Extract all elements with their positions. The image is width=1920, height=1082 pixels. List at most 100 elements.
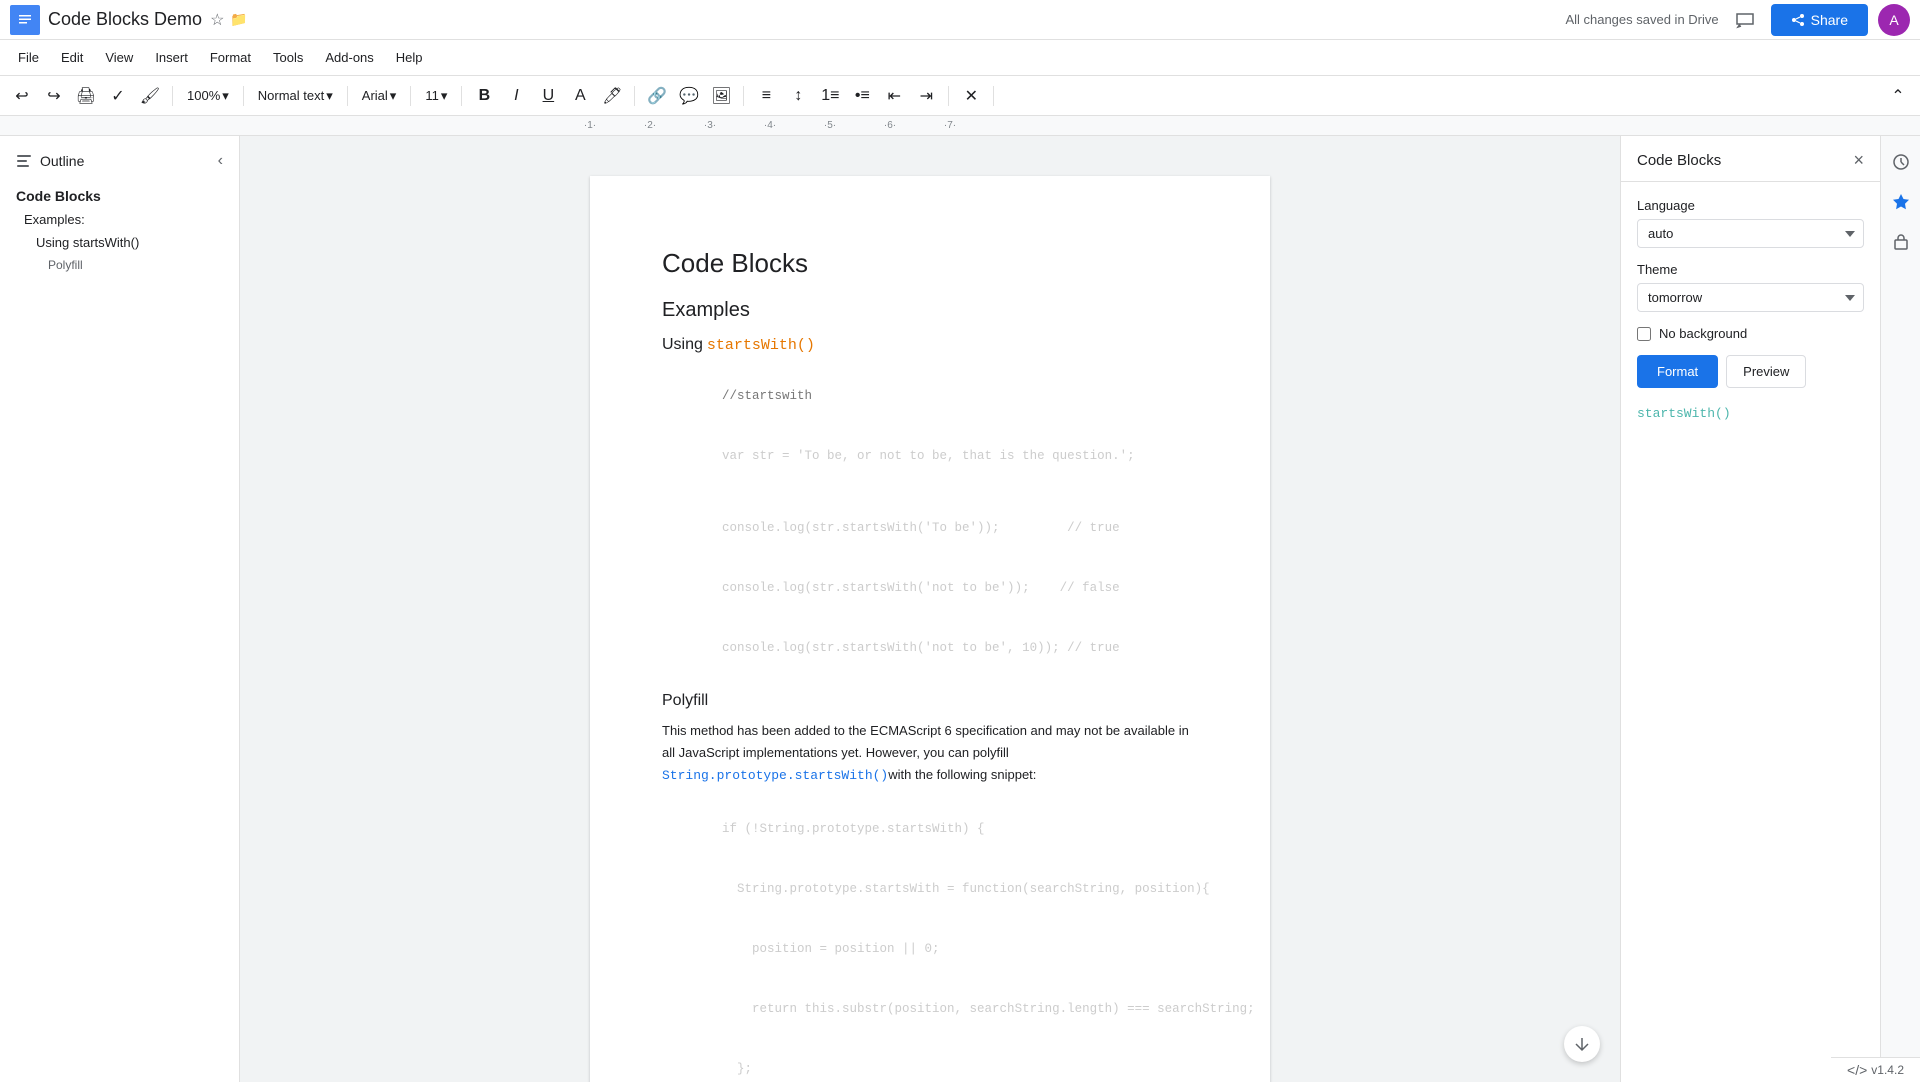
code-comment-1: //startswith <box>722 389 812 403</box>
code-block-1: //startswith var str = 'To be, or not to… <box>662 366 1198 486</box>
toolbar: ↩ ↪ 🖨 ✓ 🖌 100% ▾ Normal text ▾ Arial ▾ 1… <box>0 76 1920 116</box>
version-badge: </> v1.4.2 <box>1847 1062 1904 1078</box>
menu-addons[interactable]: Add-ons <box>315 46 383 69</box>
preview-button[interactable]: Preview <box>1726 355 1806 388</box>
right-panel-title: Code Blocks <box>1637 152 1721 169</box>
format-button[interactable]: Format <box>1637 355 1718 388</box>
doc-title-heading: Code Blocks <box>662 248 1198 279</box>
language-select[interactable]: auto javascript python css html <box>1637 219 1864 248</box>
doc-bottom-icon[interactable] <box>1564 1026 1600 1062</box>
separator-2 <box>243 86 244 106</box>
inline-code-blue: String.prototype.startsWith() <box>662 768 888 783</box>
theme-select[interactable]: tomorrow default dark monokai github <box>1637 283 1864 312</box>
font-dropdown[interactable]: Arial ▾ <box>356 86 403 106</box>
panel-buttons: Format Preview <box>1637 355 1864 388</box>
language-label: Language <box>1637 198 1864 213</box>
sidebar-item-code-blocks[interactable]: Code Blocks <box>0 184 239 208</box>
main-layout: Outline ‹ Code Blocks Examples: Using st… <box>0 136 1920 1082</box>
spacing-button[interactable]: ↕ <box>784 82 812 110</box>
bottom-bar: </> v1.4.2 <box>1831 1057 1920 1082</box>
text-color-button[interactable]: A <box>566 82 594 110</box>
comment-button[interactable]: 💬 <box>675 82 703 110</box>
sidebar-title: Outline <box>16 153 84 169</box>
ruler: ·1· ·2· ·3· ·4· ·5· ·6· ·7· <box>0 116 1920 136</box>
code-block3-line5: }; <box>722 1062 752 1076</box>
star-icon[interactable]: ☆ <box>210 10 224 30</box>
no-background-checkbox[interactable] <box>1637 327 1651 341</box>
zoom-dropdown[interactable]: 100% ▾ <box>181 86 235 106</box>
expand-button[interactable]: ⌃ <box>1884 82 1912 110</box>
doc-area[interactable]: Code Blocks Examples Using startsWith() … <box>240 136 1620 1082</box>
indent-increase-button[interactable]: ⇥ <box>912 82 940 110</box>
menu-view[interactable]: View <box>95 46 143 69</box>
doc-paragraph-1: This method has been added to the ECMASc… <box>662 720 1198 787</box>
menu-bar: File Edit View Insert Format Tools Add-o… <box>0 40 1920 76</box>
top-actions: Share A <box>1729 4 1910 36</box>
menu-insert[interactable]: Insert <box>145 46 198 69</box>
list-unordered-button[interactable]: •≡ <box>848 82 876 110</box>
code-block-3: if (!String.prototype.startsWith) { Stri… <box>662 799 1198 1082</box>
close-icon[interactable]: × <box>1853 150 1864 171</box>
code-line-2: var str = 'To be, or not to be, that is … <box>722 449 1135 463</box>
doc-title[interactable]: Code Blocks Demo <box>48 9 202 30</box>
no-background-row: No background <box>1637 326 1864 341</box>
menu-edit[interactable]: Edit <box>51 46 93 69</box>
bold-button[interactable]: B <box>470 82 498 110</box>
align-button[interactable]: ≡ <box>752 82 780 110</box>
version-label: v1.4.2 <box>1871 1063 1904 1077</box>
code-block3-line2: String.prototype.startsWith = function(s… <box>722 882 1210 896</box>
sidebar-item-examples[interactable]: Examples: <box>0 208 239 231</box>
sidebar-item-startswith[interactable]: Using startsWith() <box>0 231 239 254</box>
no-background-label[interactable]: No background <box>1659 326 1747 341</box>
avatar[interactable]: A <box>1878 4 1910 36</box>
separator-9 <box>993 86 994 106</box>
inline-code-startswith: startsWith() <box>707 337 815 354</box>
menu-file[interactable]: File <box>8 46 49 69</box>
link-button[interactable]: 🔗 <box>643 82 671 110</box>
code-block3-line1: if (!String.prototype.startsWith) { <box>722 822 985 836</box>
style-dropdown[interactable]: Normal text ▾ <box>252 86 339 106</box>
menu-help[interactable]: Help <box>386 46 433 69</box>
share-button[interactable]: Share <box>1771 4 1868 36</box>
separator-5 <box>461 86 462 106</box>
italic-button[interactable]: I <box>502 82 530 110</box>
theme-section: Theme tomorrow default dark monokai gith… <box>1637 262 1864 312</box>
folder-icon[interactable]: 📁 <box>230 11 247 28</box>
chat-icon[interactable] <box>1729 4 1761 36</box>
redo-button[interactable]: ↪ <box>40 82 68 110</box>
separator-1 <box>172 86 173 106</box>
undo-button[interactable]: ↩ <box>8 82 36 110</box>
fontsize-dropdown[interactable]: 11 ▾ <box>419 86 453 106</box>
code-block-2: console.log(str.startsWith('To be')); //… <box>662 498 1198 678</box>
code-line-5: console.log(str.startsWith('not to be', … <box>722 641 1120 655</box>
title-icons: ☆ 📁 <box>210 10 248 30</box>
doc-section-polyfill: Polyfill <box>662 692 1198 710</box>
underline-button[interactable]: U <box>534 82 562 110</box>
menu-tools[interactable]: Tools <box>263 46 313 69</box>
doc-section-startswith: Using startsWith() <box>662 336 1198 354</box>
image-button[interactable]: 🖼 <box>707 82 735 110</box>
list-ordered-button[interactable]: 1≡ <box>816 82 844 110</box>
code-line-3: console.log(str.startsWith('To be')); //… <box>722 521 1120 535</box>
far-right-icon-1[interactable] <box>1885 146 1917 178</box>
menu-format[interactable]: Format <box>200 46 261 69</box>
clear-format-button[interactable]: ✕ <box>957 82 985 110</box>
paint-format-button[interactable]: 🖌 <box>136 82 164 110</box>
sidebar-item-polyfill[interactable]: Polyfill <box>0 254 239 276</box>
far-right-panel <box>1880 136 1920 1082</box>
sidebar-collapse-icon[interactable]: ‹ <box>218 152 223 170</box>
separator-8 <box>948 86 949 106</box>
highlight-button[interactable]: 🖊 <box>598 82 626 110</box>
far-right-icon-3[interactable] <box>1885 226 1917 258</box>
right-panel-body: Language auto javascript python css html… <box>1621 182 1880 441</box>
preview-code: startsWith() <box>1637 402 1864 425</box>
far-right-icon-2[interactable] <box>1885 186 1917 218</box>
title-bar: Code Blocks Demo ☆ 📁 All changes saved i… <box>0 0 1920 40</box>
autosave-status: All changes saved in Drive <box>1565 12 1718 27</box>
sidebar-header: Outline ‹ <box>0 146 239 176</box>
version-icon: </> <box>1847 1062 1867 1078</box>
spellcheck-button[interactable]: ✓ <box>104 82 132 110</box>
print-button[interactable]: 🖨 <box>72 82 100 110</box>
code-block3-line4: return this.substr(position, searchStrin… <box>722 1002 1255 1016</box>
indent-decrease-button[interactable]: ⇤ <box>880 82 908 110</box>
